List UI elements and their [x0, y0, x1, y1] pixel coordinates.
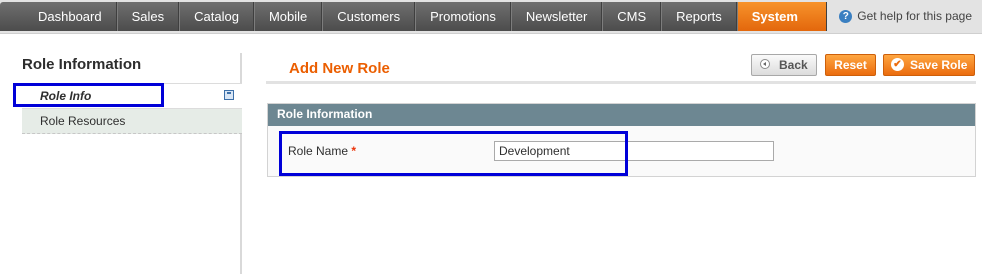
sidebar-title: Role Information — [22, 53, 242, 84]
tab-role-resources[interactable]: Role Resources — [22, 109, 242, 134]
tab-role-resources-label: Role Resources — [40, 114, 126, 128]
nav-sales[interactable]: Sales — [116, 2, 180, 31]
required-mark: * — [351, 144, 357, 158]
role-name-label: Role Name * — [288, 144, 356, 158]
save-role-label: Save Role — [910, 58, 968, 72]
role-name-input[interactable] — [494, 141, 774, 161]
nav-mobile[interactable]: Mobile — [253, 2, 323, 31]
back-button-label: Back — [779, 58, 808, 72]
save-role-button[interactable]: ✔ Save Role — [883, 54, 975, 76]
title-divider — [266, 81, 976, 84]
checkmark-icon: ✔ — [891, 58, 904, 71]
nav-customers[interactable]: Customers — [322, 2, 416, 31]
reset-button[interactable]: Reset — [825, 54, 876, 76]
nav-catalog[interactable]: Catalog — [179, 2, 254, 31]
nav-system[interactable]: System — [736, 2, 827, 31]
nav-cms[interactable]: CMS — [602, 2, 662, 31]
tab-role-info-label: Role Info — [40, 89, 92, 103]
role-information-fieldset: Role Information Role Name * — [267, 103, 976, 177]
tab-role-info[interactable]: Role Info — [22, 84, 242, 109]
fieldset-title: Role Information — [268, 104, 975, 126]
top-navigation: Dashboard Sales Catalog Mobile Customers… — [0, 0, 982, 34]
sidebar: Role Information Role Info Role Resource… — [22, 53, 242, 134]
nav-dashboard[interactable]: Dashboard — [0, 2, 117, 31]
main-menu: Dashboard Sales Catalog Mobile Customers… — [0, 2, 827, 31]
nav-promotions[interactable]: Promotions — [415, 2, 511, 31]
back-arrow-icon — [760, 59, 770, 69]
nav-newsletter[interactable]: Newsletter — [510, 2, 603, 31]
help-icon: ? — [839, 9, 853, 23]
help-label: Get help for this page — [857, 9, 972, 23]
help-link[interactable]: ? Get help for this page — [839, 9, 972, 23]
nav-reports[interactable]: Reports — [661, 2, 737, 31]
floppy-disk-icon — [224, 90, 234, 100]
back-button[interactable]: Back — [751, 54, 817, 76]
role-name-label-text: Role Name — [288, 144, 349, 158]
page-title: Add New Role — [289, 60, 390, 77]
